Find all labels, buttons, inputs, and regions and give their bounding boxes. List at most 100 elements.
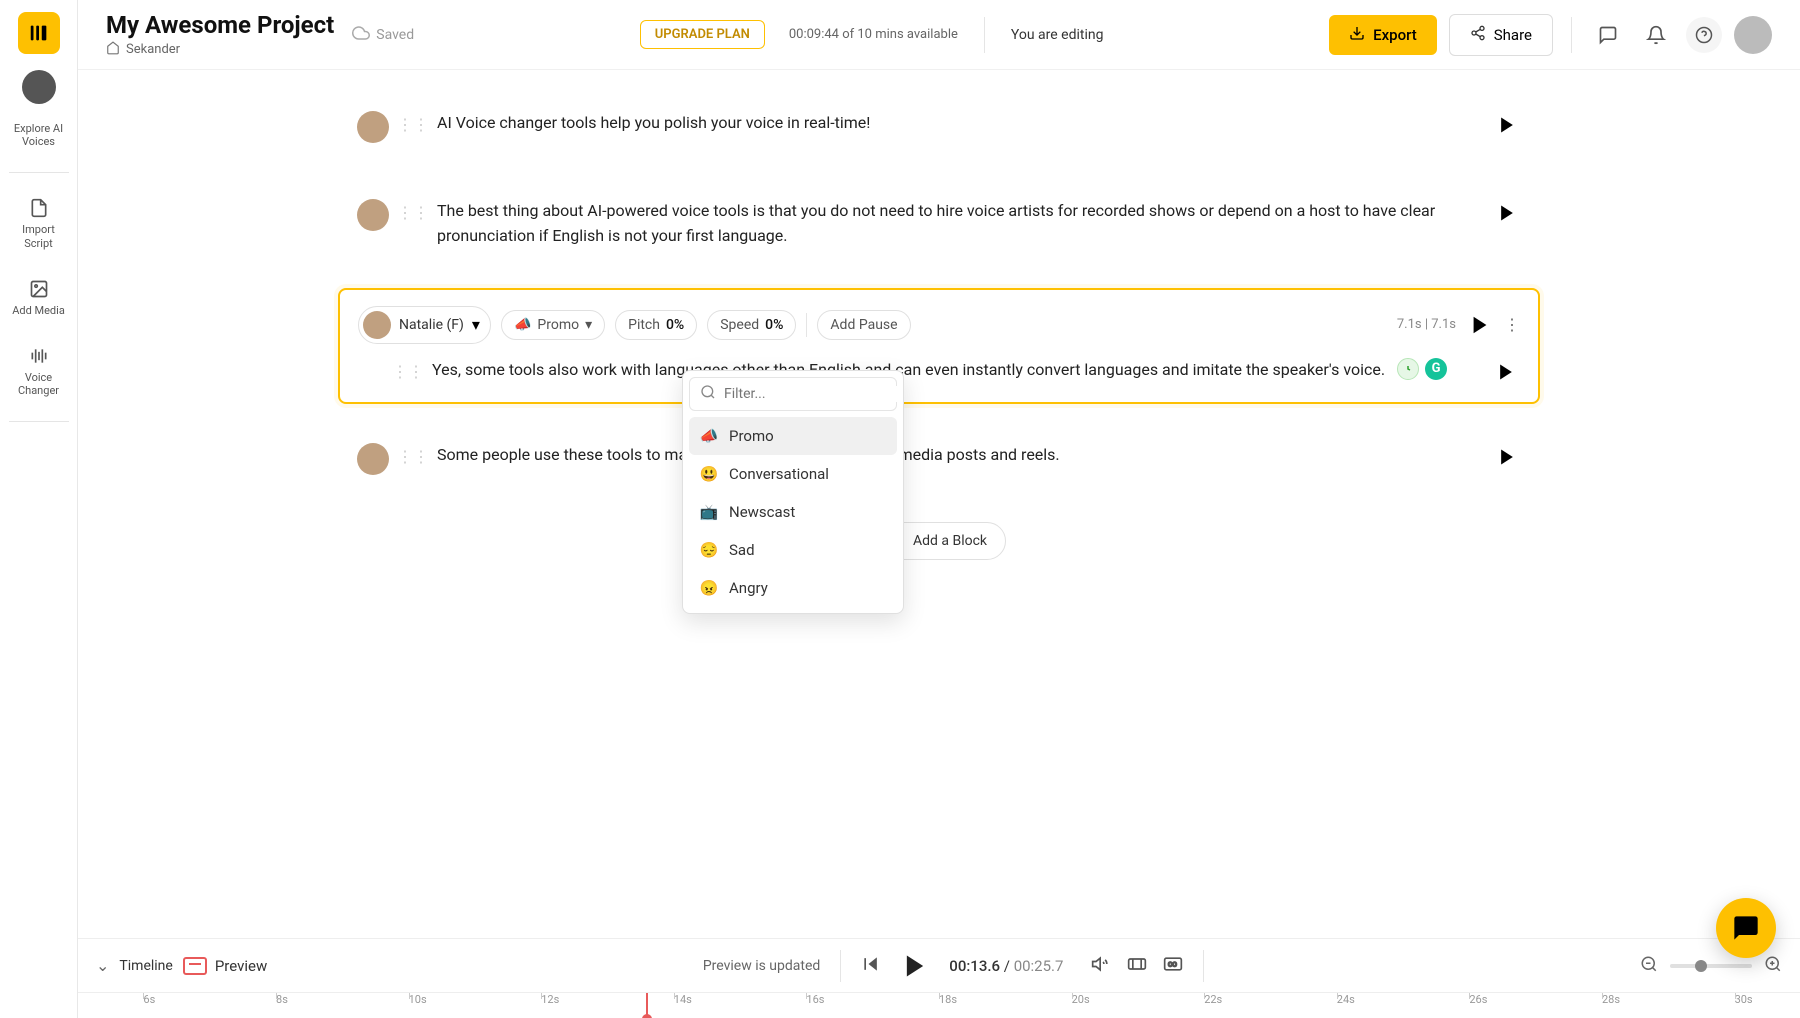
- add-pause-button[interactable]: Add Pause: [817, 310, 910, 340]
- grammarly-badge-icon[interactable]: G: [1425, 358, 1447, 380]
- slider-thumb[interactable]: [1695, 960, 1707, 972]
- timeline-label[interactable]: Timeline: [119, 958, 172, 974]
- sidebar-item-label: VoiceChanger: [18, 371, 59, 397]
- export-label: Export: [1373, 26, 1417, 44]
- block-toolbar: Natalie (F) ▾ 📣 Promo ▾ Pitch 0% Speed 0…: [358, 306, 1520, 344]
- zoom-slider[interactable]: [1670, 964, 1752, 968]
- help-icon[interactable]: [1686, 17, 1722, 53]
- ruler-tick: 8s: [276, 993, 288, 1006]
- block-avatar[interactable]: [357, 111, 389, 143]
- script-block[interactable]: ⋮⋮ AI Voice changer tools help you polis…: [338, 94, 1540, 160]
- sidebar-item-add-media[interactable]: Add Media: [0, 268, 77, 327]
- play-block-icon[interactable]: [1493, 199, 1521, 227]
- download-icon: [1349, 25, 1365, 45]
- voice-selector[interactable]: Natalie (F) ▾: [358, 306, 491, 344]
- sidebar: Explore AIVoices ImportScript Add Media …: [0, 0, 78, 1018]
- dropdown-item-promo[interactable]: 📣 Promo: [689, 417, 897, 455]
- chevron-down-icon: ▾: [472, 315, 480, 334]
- skip-previous-icon[interactable]: [861, 954, 881, 978]
- export-button[interactable]: Export: [1329, 15, 1437, 55]
- play-block-icon[interactable]: [1493, 111, 1521, 139]
- svg-text:CC: CC: [1168, 960, 1177, 968]
- workspace-name[interactable]: Sekander: [126, 42, 180, 57]
- dropdown-item-sad[interactable]: 😔 Sad: [689, 531, 897, 569]
- play-button[interactable]: [901, 952, 929, 980]
- sidebar-item-explore-voices[interactable]: Explore AIVoices: [0, 112, 77, 158]
- dropdown-label: Angry: [729, 579, 768, 597]
- divider: [806, 313, 807, 337]
- style-selector[interactable]: 📣 Promo ▾: [501, 310, 605, 340]
- home-icon[interactable]: [106, 41, 120, 59]
- notifications-icon[interactable]: [1638, 17, 1674, 53]
- block-avatar[interactable]: [357, 443, 389, 475]
- dropdown-item-conversational[interactable]: 😃 Conversational: [689, 455, 897, 493]
- drag-handle-icon[interactable]: ⋮⋮: [397, 203, 429, 222]
- drag-handle-icon[interactable]: ⋮⋮: [397, 447, 429, 466]
- captions-icon[interactable]: CC: [1163, 954, 1183, 978]
- speed-value: 0%: [765, 317, 783, 333]
- timeline-ruler[interactable]: 6s8s10s12s14s16s18s20s22s24s26s28s30s: [78, 992, 1800, 1018]
- speed-control[interactable]: Speed 0%: [707, 310, 796, 340]
- block-avatar[interactable]: [357, 199, 389, 231]
- ruler-tick: 6s: [143, 993, 155, 1006]
- script-block-active[interactable]: Natalie (F) ▾ 📣 Promo ▾ Pitch 0% Speed 0…: [338, 288, 1540, 404]
- play-block-icon[interactable]: [1466, 311, 1494, 339]
- play-block-icon[interactable]: [1493, 443, 1521, 471]
- playhead[interactable]: [646, 993, 648, 1018]
- angry-icon: 😠: [699, 579, 719, 597]
- voice-avatar: [363, 311, 391, 339]
- tv-icon: 📺: [699, 503, 719, 521]
- video-icon[interactable]: [1127, 954, 1147, 978]
- logo[interactable]: [18, 12, 60, 54]
- project-title[interactable]: My Awesome Project: [106, 11, 334, 39]
- style-label: Promo: [537, 317, 579, 333]
- sidebar-item-voice-changer[interactable]: VoiceChanger: [0, 335, 77, 407]
- speed-label: Speed: [720, 317, 759, 333]
- zoom-out-icon[interactable]: [1640, 955, 1658, 977]
- sidebar-item-label: Explore AIVoices: [14, 122, 63, 148]
- script-block[interactable]: ⋮⋮ Some people use these tools to make h…: [338, 426, 1540, 492]
- saved-indicator: Saved: [352, 24, 414, 46]
- block-text[interactable]: Some people use these tools to make hila…: [437, 443, 1485, 468]
- chat-fab[interactable]: [1716, 898, 1776, 958]
- preview-toggle[interactable]: Preview: [183, 957, 267, 975]
- ruler-tick: 14s: [674, 993, 692, 1006]
- volume-icon[interactable]: [1091, 954, 1111, 978]
- divider: [9, 172, 69, 173]
- sidebar-avatar[interactable]: [22, 70, 56, 104]
- total-time: 00:25.7: [1014, 957, 1064, 975]
- user-avatar[interactable]: [1734, 16, 1772, 54]
- block-text[interactable]: Yes, some tools also work with languages…: [432, 358, 1484, 383]
- ruler-tick: 12s: [541, 993, 559, 1006]
- chevron-down-icon[interactable]: ⌄: [96, 956, 109, 975]
- play-block-icon[interactable]: [1492, 358, 1520, 386]
- block-text[interactable]: The best thing about AI-powered voice to…: [437, 199, 1485, 249]
- divider: [1203, 950, 1204, 982]
- comments-icon[interactable]: [1590, 17, 1626, 53]
- dropdown-label: Sad: [729, 541, 755, 559]
- upgrade-plan-button[interactable]: UPGRADE PLAN: [640, 20, 765, 49]
- block-text[interactable]: AI Voice changer tools help you polish y…: [437, 111, 1485, 136]
- playback-time: 00:13.6 / 00:25.7: [949, 957, 1063, 975]
- more-options-icon[interactable]: ⋮: [1504, 315, 1520, 334]
- divider: [1571, 17, 1572, 53]
- megaphone-icon: 📣: [514, 317, 531, 333]
- sidebar-item-import-script[interactable]: ImportScript: [0, 187, 77, 259]
- current-time: 00:13.6: [949, 957, 1000, 975]
- header: My Awesome Project Sekander Saved UPGRAD…: [78, 0, 1800, 70]
- drag-handle-icon[interactable]: ⋮⋮: [397, 115, 429, 134]
- dropdown-search[interactable]: [689, 377, 897, 411]
- drag-handle-icon[interactable]: ⋮⋮: [392, 362, 424, 381]
- filter-input[interactable]: [724, 386, 902, 402]
- voice-name: Natalie (F): [399, 317, 464, 333]
- script-block[interactable]: ⋮⋮ The best thing about AI-powered voice…: [338, 182, 1540, 266]
- saved-label: Saved: [376, 27, 414, 43]
- dropdown-item-newscast[interactable]: 📺 Newscast: [689, 493, 897, 531]
- ruler-tick: 16s: [806, 993, 824, 1006]
- main: My Awesome Project Sekander Saved UPGRAD…: [78, 0, 1800, 1018]
- share-button[interactable]: Share: [1449, 14, 1553, 56]
- grammarly-icon[interactable]: [1397, 358, 1419, 380]
- pitch-control[interactable]: Pitch 0%: [615, 310, 697, 340]
- dropdown-item-angry[interactable]: 😠 Angry: [689, 569, 897, 607]
- zoom-in-icon[interactable]: [1764, 955, 1782, 977]
